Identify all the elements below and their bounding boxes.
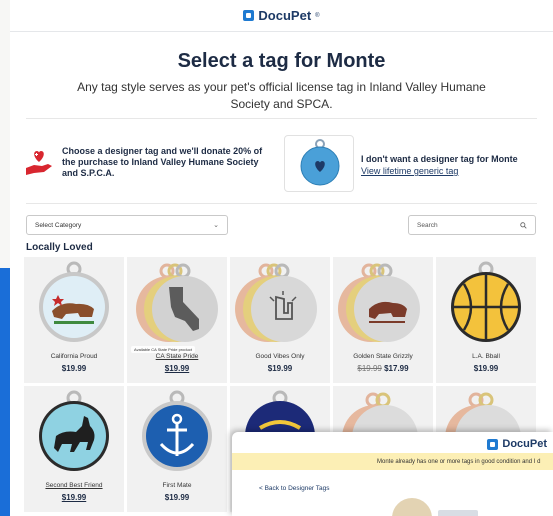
overlay-brand: DocuPet — [487, 438, 547, 450]
golden-state-grizzly-tag-image — [338, 263, 420, 342]
product-price: $19.99 — [164, 493, 190, 502]
product-name: California Proud — [50, 353, 98, 360]
first-mate-tag-image — [142, 390, 212, 471]
good-vibes-only-tag-image — [235, 263, 317, 342]
product-price: $19.99 — [267, 364, 293, 373]
page-subtitle: Any tag style serves as your pet's offic… — [77, 80, 486, 111]
divider — [26, 118, 537, 119]
product-card[interactable]: Good Vibes Only $19.99 — [230, 257, 330, 383]
search-input[interactable]: Search — [408, 215, 536, 235]
sale-price: $17.99 — [384, 364, 409, 373]
product-card[interactable]: L.A. Bball $19.99 — [436, 257, 536, 383]
product-name: Second Best Friend — [45, 482, 103, 489]
product-badge: Available CA State Pride product — [131, 346, 195, 353]
second-best-friend-tag-image — [39, 390, 109, 471]
docupet-logo-icon — [243, 10, 255, 21]
heart-hand-icon — [26, 150, 52, 175]
left-accent-bar — [0, 268, 10, 516]
product-price: $19.99 $17.99 — [333, 364, 433, 373]
product-card[interactable]: Available CA State Pride product CA Stat… — [127, 257, 227, 383]
product-name: First Mate — [162, 482, 192, 489]
product-price: $19.99 — [473, 364, 499, 373]
product-name: Golden State Grizzly — [353, 353, 413, 360]
view-generic-tag-link[interactable]: View lifetime generic tag — [361, 165, 518, 177]
product-name: CA State Pride — [155, 353, 199, 360]
category-select[interactable]: Select Category ⌄ — [26, 215, 228, 235]
original-price: $19.99 — [357, 364, 382, 373]
generic-tag-option: I don't want a designer tag for Monte Vi… — [361, 153, 518, 177]
product-card[interactable]: First Mate $19.99 — [127, 386, 227, 512]
la-bball-tag-image — [451, 261, 521, 342]
chevron-down-icon: ⌄ — [213, 222, 219, 229]
product-name: Good Vibes Only — [255, 353, 305, 360]
divider — [26, 203, 537, 204]
overlay-brand-name: DocuPet — [502, 438, 547, 450]
pet-name-placeholder — [438, 510, 478, 516]
pet-avatar — [392, 498, 432, 516]
product-card[interactable]: Second Best Friend $19.99 — [24, 386, 124, 512]
ca-state-pride-tag-image — [136, 263, 218, 342]
generic-tag-preview[interactable] — [284, 135, 354, 192]
product-card[interactable]: Golden State Grizzly $19.99 $17.99 — [333, 257, 433, 383]
product-name: L.A. Bball — [472, 353, 500, 360]
donation-message: Choose a designer tag and we'll donate 2… — [24, 146, 274, 179]
brand-name: DocuPet — [258, 8, 312, 23]
category-select-value: Select Category — [35, 221, 82, 229]
notice-banner: Monte already has one or more tags in go… — [232, 453, 553, 470]
section-heading: Locally Loved — [26, 242, 93, 253]
page-title: Select a tag for Monte — [177, 50, 386, 72]
search-placeholder: Search — [417, 221, 438, 229]
generic-tag-overlay: DocuPet Monte already has one or more ta… — [232, 432, 553, 516]
top-bar: DocuPet ® — [10, 0, 553, 32]
generic-tag-title: I don't want a designer tag for Monte — [361, 154, 518, 164]
donation-text: Choose a designer tag and we'll donate 2… — [62, 146, 263, 178]
docupet-logo-icon — [487, 438, 499, 450]
brand-mark: ® — [315, 12, 320, 19]
generic-tag-icon — [300, 139, 340, 186]
product-card[interactable]: California Proud $19.99 — [24, 257, 124, 383]
product-price: $19.99 — [164, 364, 190, 373]
back-to-designer-tags-link[interactable]: < Back to Designer Tags — [259, 485, 330, 492]
search-icon — [520, 221, 527, 229]
california-proud-tag-image — [39, 261, 109, 342]
product-price: $19.99 — [61, 364, 87, 373]
product-price: $19.99 — [61, 493, 87, 502]
